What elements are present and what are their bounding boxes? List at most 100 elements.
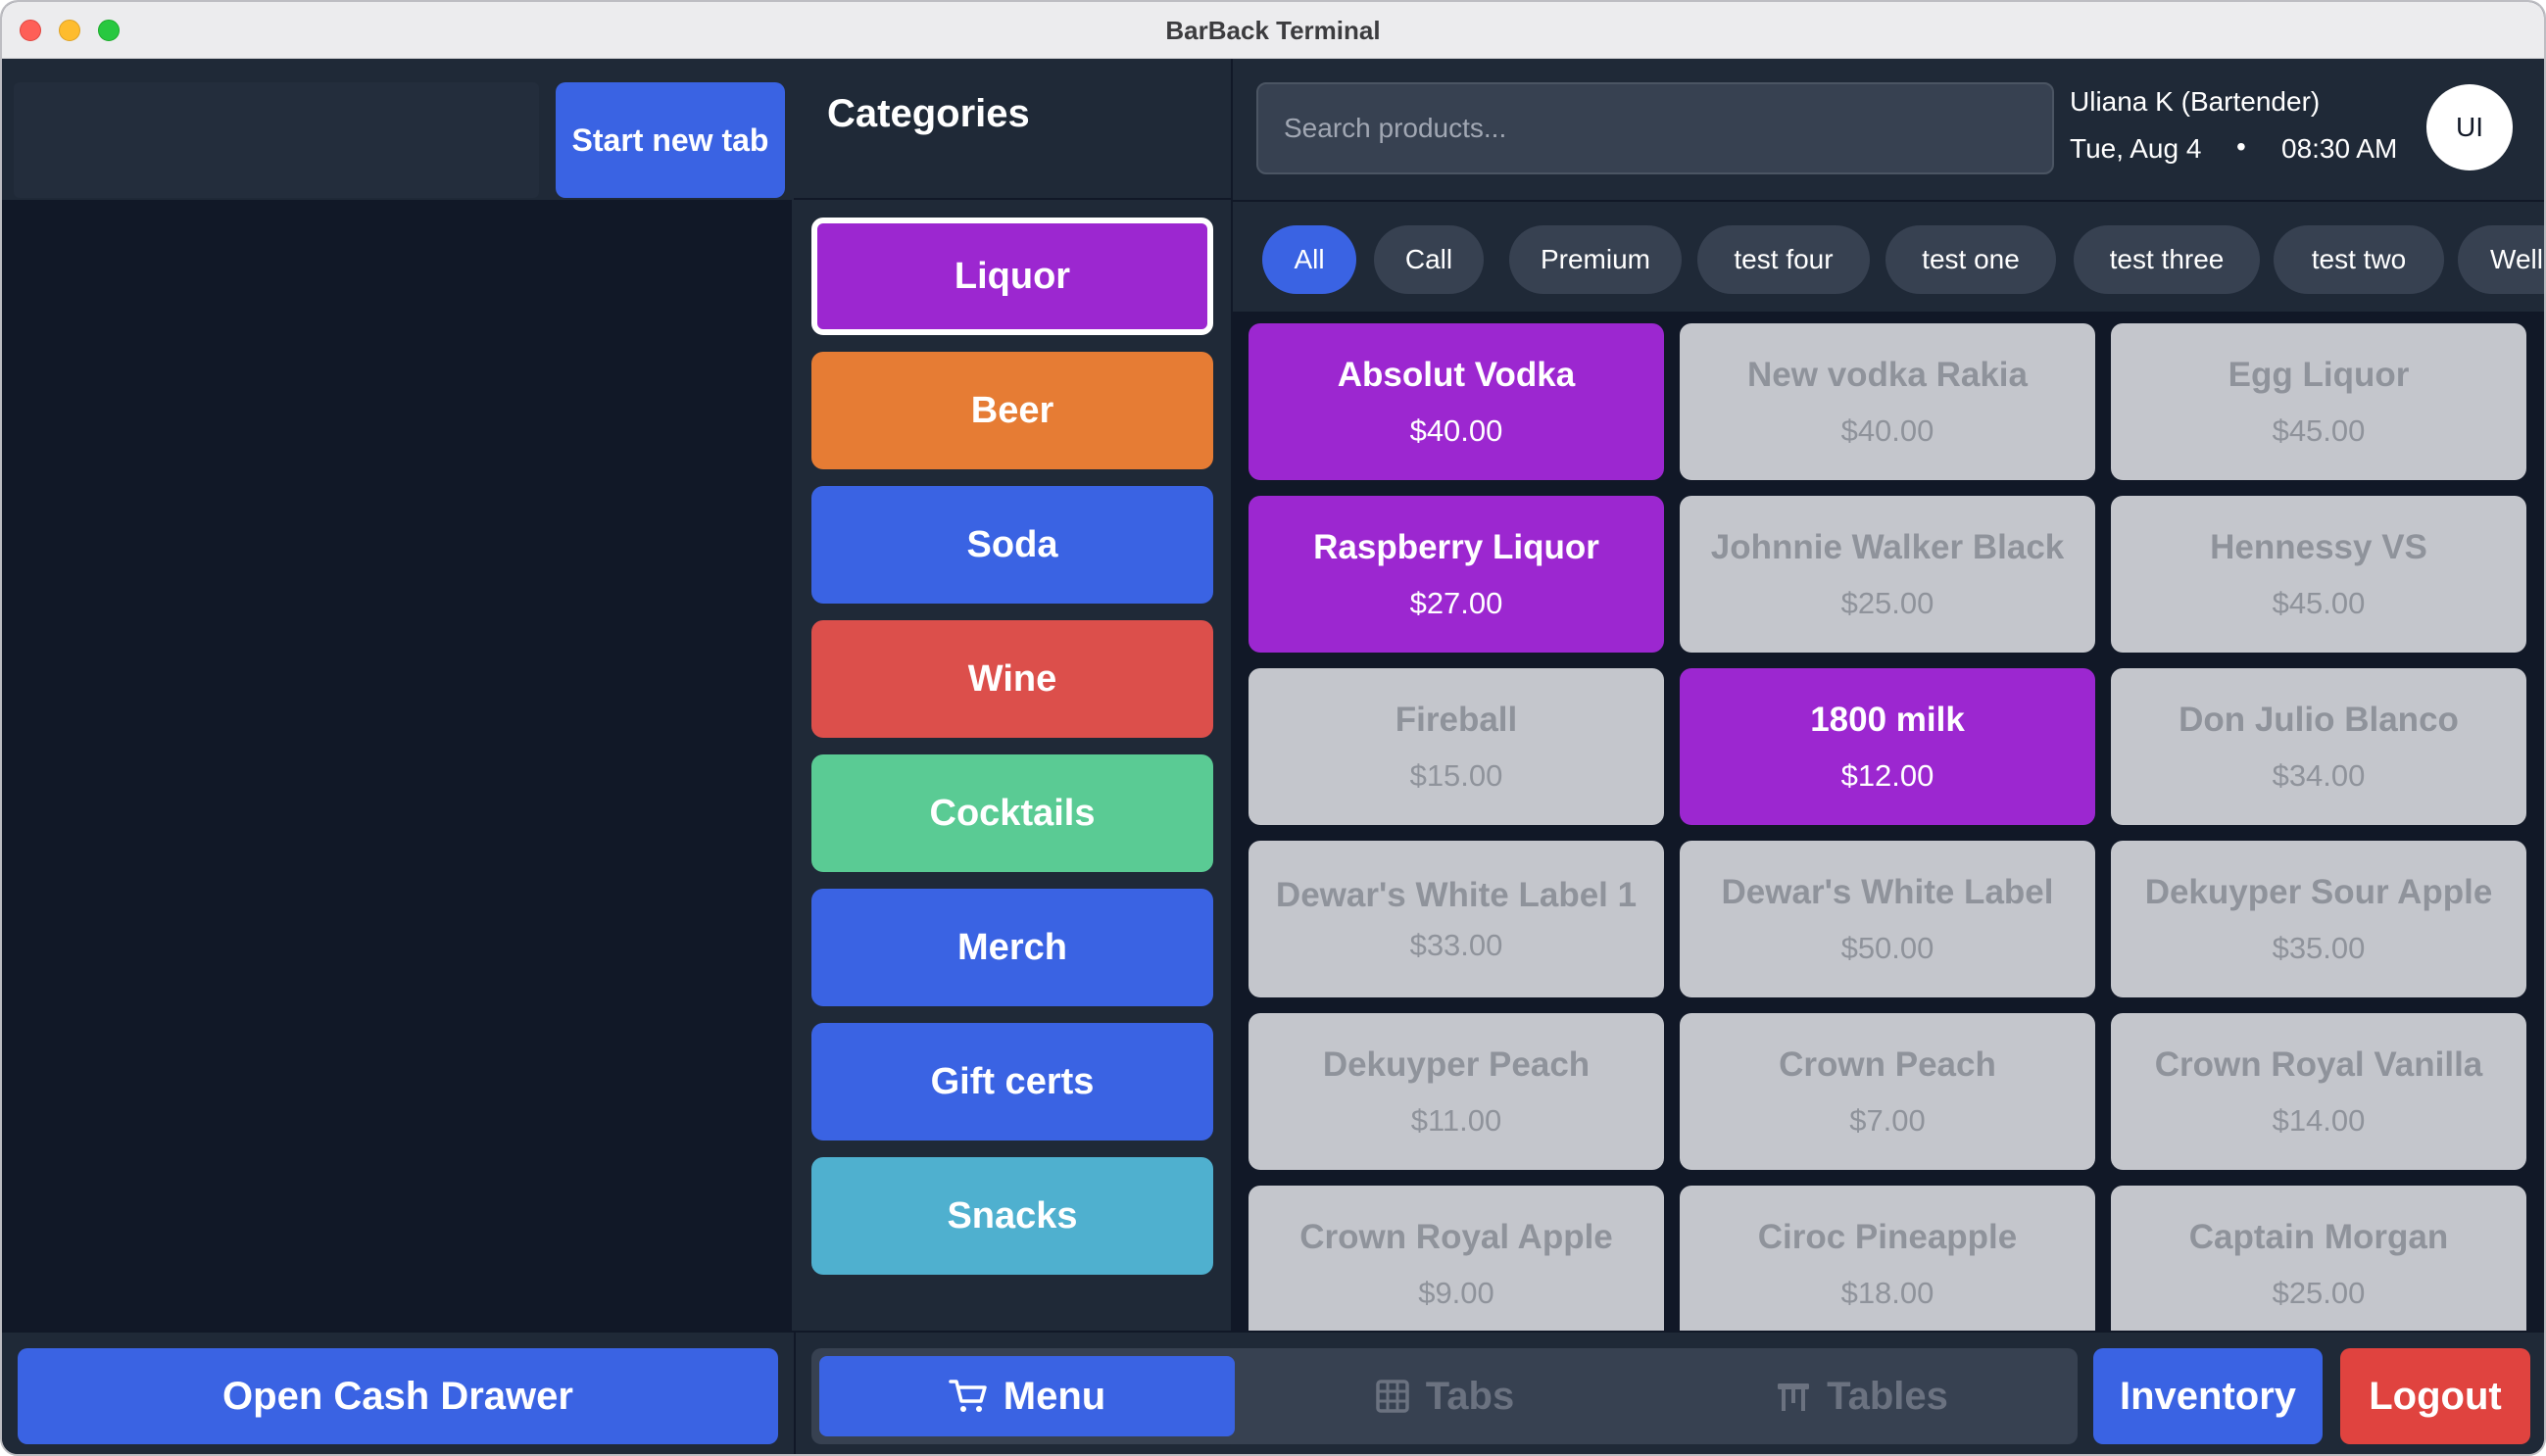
filter-chip-all[interactable]: All	[1262, 225, 1356, 294]
product-price: $33.00	[1409, 928, 1503, 962]
product-name: Captain Morgan	[2188, 1218, 2449, 1256]
product-name: Absolut Vodka	[1337, 356, 1576, 394]
nav-tab-label: Menu	[1003, 1374, 1106, 1418]
avatar[interactable]: UI	[2426, 84, 2513, 170]
product-name: 1800 milk	[1810, 701, 1965, 739]
current-time: 08:30 AM	[2281, 133, 2398, 164]
inventory-button[interactable]: Inventory	[2093, 1348, 2323, 1444]
product-card[interactable]: Johnnie Walker Black $25.00	[1680, 496, 2095, 653]
product-card[interactable]: Crown Royal Apple $9.00	[1249, 1186, 1664, 1331]
product-name: New vodka Rakia	[1747, 356, 2028, 394]
product-card[interactable]: Absolut Vodka $40.00	[1249, 323, 1664, 480]
product-price: $9.00	[1418, 1276, 1494, 1310]
category-soda-button[interactable]: Soda	[811, 486, 1213, 604]
product-card[interactable]: Dekuyper Sour Apple $35.00	[2111, 841, 2526, 997]
product-price: $40.00	[1840, 413, 1934, 448]
cart-icon	[949, 1378, 988, 1415]
nav-tab-tables[interactable]: Tables	[1654, 1356, 2070, 1436]
product-card[interactable]: Dewar's White Label 1 $33.00	[1249, 841, 1664, 997]
product-card[interactable]: Egg Liquor $45.00	[2111, 323, 2526, 480]
product-price: $25.00	[2272, 1276, 2366, 1310]
product-price: $15.00	[1409, 758, 1503, 793]
tab-panel-header: Start new tab	[2, 59, 792, 200]
product-card[interactable]: 1800 milk $12.00	[1680, 668, 2095, 825]
category-merch-button[interactable]: Merch	[811, 889, 1213, 1006]
product-card[interactable]: Don Julio Blanco $34.00	[2111, 668, 2526, 825]
product-price: $40.00	[1409, 413, 1503, 448]
product-card[interactable]: Hennessy VS $45.00	[2111, 496, 2526, 653]
product-card[interactable]: Dewar's White Label $50.00	[1680, 841, 2095, 997]
filter-chip-test-four[interactable]: test four	[1697, 225, 1870, 294]
bottom-bar: Open Cash Drawer Menu Tabs Tables Invent…	[2, 1331, 2544, 1454]
product-name: Hennessy VS	[2210, 528, 2427, 566]
categories-title: Categories	[827, 92, 1030, 135]
product-card[interactable]: Raspberry Liquor $27.00	[1249, 496, 1664, 653]
filter-chip-well[interactable]: Well	[2458, 225, 2544, 294]
nav-tab-label: Tables	[1827, 1374, 1948, 1418]
products-panel: Uliana K (Bartender) Tue, Aug 4 • 08:30 …	[1233, 59, 2544, 1331]
product-grid: Absolut Vodka $40.00 New vodka Rakia $40.00…	[1233, 312, 2544, 1331]
filter-chip-test-two[interactable]: test two	[2274, 225, 2444, 294]
product-name: Dewar's White Label 1	[1275, 876, 1638, 914]
category-gift-certs-button[interactable]: Gift certs	[811, 1023, 1213, 1141]
category-snacks-button[interactable]: Snacks	[811, 1157, 1213, 1275]
product-card[interactable]: Crown Peach $7.00	[1680, 1013, 2095, 1170]
current-date: Tue, Aug 4	[2070, 133, 2202, 164]
open-cash-drawer-button[interactable]: Open Cash Drawer	[18, 1348, 778, 1444]
product-name: Egg Liquor	[2228, 356, 2410, 394]
product-price: $45.00	[2272, 586, 2366, 620]
products-header: Uliana K (Bartender) Tue, Aug 4 • 08:30 …	[1233, 59, 2544, 200]
product-card[interactable]: Ciroc Pineapple $18.00	[1680, 1186, 2095, 1331]
product-price: $25.00	[1840, 586, 1934, 620]
category-wine-button[interactable]: Wine	[811, 620, 1213, 738]
product-price: $12.00	[1840, 758, 1934, 793]
category-liquor-button[interactable]: Liquor	[811, 218, 1213, 335]
date-time-separator: •	[2236, 131, 2246, 162]
nav-tab-label: Tabs	[1425, 1374, 1515, 1418]
product-name: Raspberry Liquor	[1313, 528, 1599, 566]
search-input[interactable]	[1256, 82, 2054, 174]
product-name: Crown Peach	[1779, 1045, 1996, 1084]
current-tab-field[interactable]	[14, 82, 539, 198]
window-title: BarBack Terminal	[1165, 16, 1381, 45]
filter-chip-call[interactable]: Call	[1374, 225, 1484, 294]
filter-chip-test-three[interactable]: test three	[2074, 225, 2260, 294]
filter-chip-premium[interactable]: Premium	[1509, 225, 1682, 294]
user-name: Uliana K (Bartender)	[2070, 86, 2321, 117]
product-name: Fireball	[1395, 701, 1518, 739]
product-name: Johnnie Walker Black	[1710, 528, 2065, 566]
divider	[794, 198, 1231, 200]
divider	[794, 1333, 796, 1454]
product-name: Crown Royal Vanilla	[2154, 1045, 2483, 1084]
product-price: $11.00	[1410, 1103, 1502, 1138]
product-name: Dekuyper Sour Apple	[2144, 873, 2493, 911]
product-price: $50.00	[1840, 931, 1934, 965]
tab-panel: Start new tab	[2, 59, 794, 1331]
product-card[interactable]: Crown Royal Vanilla $14.00	[2111, 1013, 2526, 1170]
nav-tab-menu[interactable]: Menu	[819, 1356, 1235, 1436]
filter-bar: All Call Premium test four test one test thre…	[1233, 200, 2544, 312]
title-bar: BarBack Terminal	[2, 2, 2544, 59]
product-price: $18.00	[1840, 1276, 1934, 1310]
nav-tab-tabs[interactable]: Tabs	[1237, 1356, 1652, 1436]
product-name: Crown Royal Apple	[1299, 1218, 1613, 1256]
product-card[interactable]: New vodka Rakia $40.00	[1680, 323, 2095, 480]
product-price: $45.00	[2272, 413, 2366, 448]
category-beer-button[interactable]: Beer	[811, 352, 1213, 469]
bottom-nav: Menu Tabs Tables	[811, 1348, 2078, 1444]
categories-panel: Categories Liquor Beer Soda Wine Cocktails Me…	[794, 59, 1233, 1331]
product-card[interactable]: Fireball $15.00	[1249, 668, 1664, 825]
product-card[interactable]: Dekuyper Peach $11.00	[1249, 1013, 1664, 1170]
grid-icon	[1375, 1379, 1410, 1414]
start-new-tab-button[interactable]: Start new tab	[556, 82, 785, 198]
product-card[interactable]: Captain Morgan $25.00	[2111, 1186, 2526, 1331]
category-cocktails-button[interactable]: Cocktails	[811, 754, 1213, 872]
table-icon	[1776, 1380, 1811, 1413]
product-price: $27.00	[1409, 586, 1503, 620]
product-name: Don Julio Blanco	[2179, 701, 2459, 739]
logout-button[interactable]: Logout	[2340, 1348, 2530, 1444]
filter-chip-test-one[interactable]: test one	[1885, 225, 2056, 294]
product-price: $34.00	[2272, 758, 2366, 793]
product-name: Ciroc Pineapple	[1757, 1218, 2018, 1256]
product-name: Dekuyper Peach	[1322, 1045, 1591, 1084]
